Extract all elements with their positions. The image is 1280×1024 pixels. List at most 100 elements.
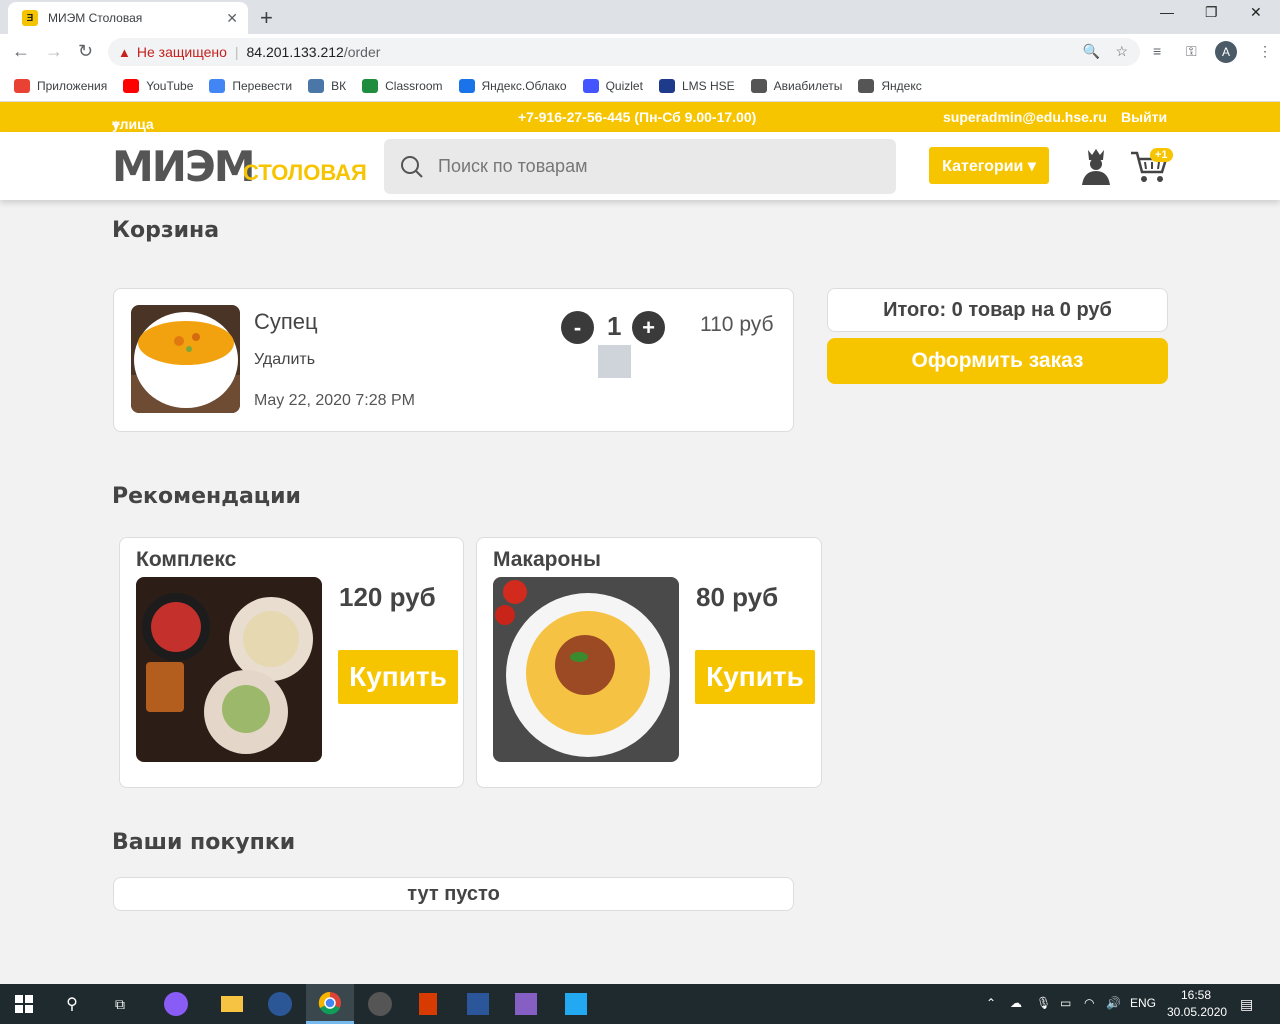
minimize-icon[interactable]: — — [1160, 4, 1174, 20]
logout-link[interactable]: Выйти — [1121, 109, 1167, 125]
app-w2-icon[interactable] — [356, 984, 404, 1024]
tab-close-icon[interactable]: ✕ — [226, 10, 238, 27]
new-tab-button[interactable]: + — [260, 5, 273, 31]
quantity-value: 1 — [607, 311, 622, 341]
chrome-icon[interactable] — [306, 984, 354, 1024]
clock-time[interactable]: 16:58 — [1181, 988, 1211, 1002]
bookmark-label: YouTube — [146, 78, 194, 93]
categories-button[interactable]: Категории ▾ — [929, 147, 1049, 184]
windows-start-icon[interactable] — [0, 984, 48, 1024]
bookmark-label: ВК — [331, 78, 347, 93]
bookmark-item[interactable]: Приложения — [14, 78, 108, 93]
globe-icon — [858, 78, 875, 93]
volume-icon[interactable]: 🔊 — [1106, 996, 1121, 1010]
url-host: 84.201.133.212 — [246, 44, 344, 60]
decrease-quantity-button[interactable]: - — [561, 311, 594, 344]
apps-grid-icon — [14, 78, 30, 93]
complex-meal-image — [136, 577, 322, 762]
order-total: Итого: 0 товар на 0 руб — [827, 288, 1168, 332]
bookmark-label: Яндекс.Облако — [481, 78, 567, 93]
bookmark-item[interactable]: Яндекс.Облако — [458, 78, 567, 93]
onedrive-icon[interactable]: ☁ — [1010, 996, 1022, 1010]
search-bar[interactable] — [384, 139, 896, 194]
phone-info[interactable]: +7-916-27-56-445 (Пн-Сб 9.00-17.00) — [518, 109, 756, 125]
logo-sub[interactable]: СТОЛОВАЯ — [243, 160, 367, 186]
product-name[interactable]: Комплекс — [136, 548, 236, 572]
bookmark-label: LMS HSE — [681, 78, 735, 93]
security-warning[interactable]: Не защищено — [137, 44, 227, 60]
word-icon[interactable] — [454, 984, 502, 1024]
key-icon[interactable]: ⚿ — [1186, 43, 1197, 60]
product-name[interactable]: Макароны — [493, 548, 601, 572]
buy-button[interactable]: Купить — [338, 650, 458, 704]
bookmark-item[interactable]: Авиабилеты — [750, 78, 843, 93]
warning-triangle-icon: ▲ — [118, 44, 131, 60]
bookmark-label: Classroom — [385, 78, 443, 93]
increase-quantity-button[interactable]: + — [632, 311, 665, 344]
globe-icon — [750, 78, 767, 93]
app-w-icon[interactable] — [256, 984, 304, 1024]
bookmark-item[interactable]: LMS HSE — [658, 78, 735, 93]
user-email[interactable]: superadmin@edu.hse.ru — [943, 109, 1107, 125]
zoom-star-icons[interactable]: 🔍 ☆ — [1082, 43, 1128, 60]
browser-toolbar: ← → ↻ ▲ Не защищено | 84.201.133.212/ord… — [0, 34, 1280, 70]
bookmark-label: Перевести — [232, 78, 293, 93]
bookmark-label: Авиабилеты — [773, 78, 843, 93]
buy-button[interactable]: Купить — [695, 650, 815, 704]
classroom-icon — [362, 78, 379, 93]
reload-icon[interactable]: ↻ — [78, 41, 93, 62]
bookmark-item[interactable]: Classroom — [362, 78, 443, 93]
purchases-empty: тут пусто — [113, 877, 794, 911]
visual-studio-icon[interactable] — [502, 984, 550, 1024]
delete-link[interactable]: Удалить — [254, 351, 315, 369]
bookmarks-bar: Приложения YouTube Перевести ВК Classroom Янд… — [0, 70, 1280, 102]
window-close-icon[interactable]: ✕ — [1250, 4, 1262, 21]
bookmark-item[interactable]: YouTube — [123, 78, 194, 93]
vk-icon — [308, 78, 325, 93]
menu-dots-icon[interactable]: ⋮ — [1258, 43, 1272, 60]
purchases-title: Ваши покупки — [112, 830, 296, 855]
notifications-icon[interactable]: ▤ — [1240, 996, 1253, 1013]
url-path: /order — [343, 44, 381, 60]
cart-item-date: May 22, 2020 7:28 PM — [254, 392, 415, 409]
back-arrow-icon[interactable]: ← — [12, 41, 30, 62]
task-view-icon[interactable]: ⧉ — [96, 984, 144, 1024]
bookmark-label: Приложения — [37, 78, 108, 93]
bookmark-item[interactable]: Quizlet — [582, 78, 643, 93]
browser-tab-strip: Ǝ МИЭМ Столовая ✕ + — ❐ ✕ — [0, 0, 1280, 34]
bookmark-item[interactable]: ВК — [308, 78, 347, 93]
language-indicator[interactable]: ENG — [1130, 996, 1156, 1010]
logo-main[interactable]: МИЭМ — [112, 142, 256, 191]
cart-item-card: Супец Удалить May 22, 2020 7:28 PM - 1 +… — [113, 288, 794, 432]
media-control-icon[interactable]: ≡ — [1153, 43, 1161, 59]
search-icon[interactable]: ⚲ — [48, 984, 96, 1024]
forward-arrow-icon[interactable]: → — [45, 41, 63, 62]
browser-tab[interactable]: Ǝ МИЭМ Столовая ✕ — [8, 2, 248, 34]
alice-icon[interactable] — [152, 984, 200, 1024]
restore-icon[interactable]: ❐ — [1205, 4, 1218, 21]
site-favicon-icon: Ǝ — [22, 10, 38, 26]
search-icon — [401, 155, 423, 178]
wifi-icon[interactable]: ◠ — [1084, 996, 1094, 1010]
microphone-icon[interactable]: 🎙 — [1036, 996, 1051, 1010]
bookmark-item[interactable]: Яндекс — [858, 78, 922, 93]
clock-date[interactable]: 30.05.2020 — [1167, 1005, 1227, 1019]
site-info-bar: ⌖ улица Таллинская, д.34 +7-916-27-56-44… — [0, 102, 1280, 164]
lms-icon — [658, 78, 675, 93]
cart-item-name[interactable]: Супец — [254, 309, 318, 335]
battery-icon[interactable]: ▭ — [1060, 996, 1071, 1010]
google-translate-icon — [209, 78, 226, 93]
user-account-icon[interactable] — [1079, 148, 1113, 186]
office-icon[interactable] — [404, 984, 452, 1024]
vscode-icon[interactable] — [552, 984, 600, 1024]
address-bar[interactable]: ▲ Не защищено | 84.201.133.212/order 🔍 ☆ — [108, 38, 1140, 66]
bookmark-item[interactable]: Перевести — [209, 78, 293, 93]
file-explorer-icon[interactable] — [208, 984, 256, 1024]
yandex-cloud-icon — [458, 78, 475, 93]
checkout-button[interactable]: Оформить заказ — [827, 338, 1168, 384]
profile-avatar[interactable]: A — [1215, 41, 1237, 63]
tray-chevron-icon[interactable]: ⌃ — [986, 996, 996, 1010]
bookmark-label: Quizlet — [605, 78, 643, 93]
recommendation-card: Макароны 80 руб Купить — [476, 537, 822, 788]
search-input[interactable] — [438, 156, 868, 177]
